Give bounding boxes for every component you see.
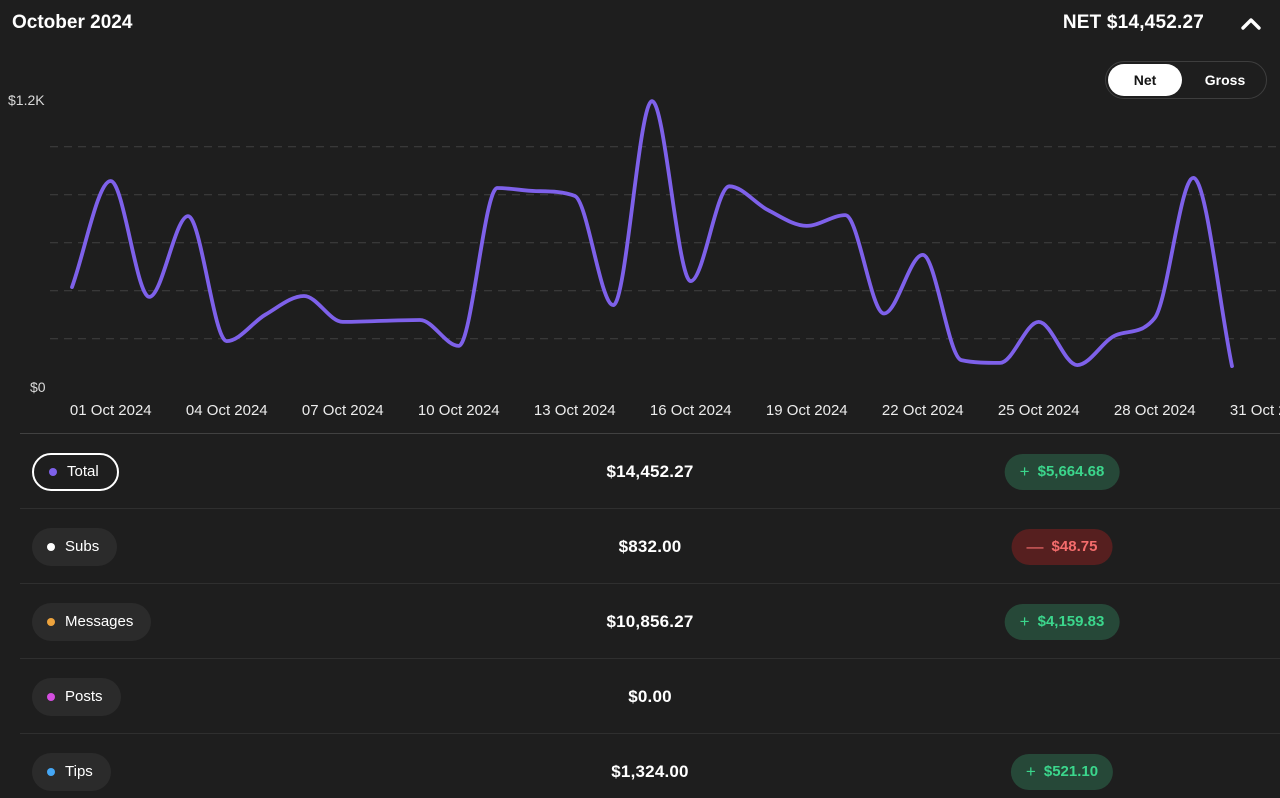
x-axis-tick-label: 07 Oct 2024 xyxy=(301,402,384,419)
row-tips: Tips $1,324.00 + $521.10 xyxy=(0,734,1280,798)
series-dot-total xyxy=(49,467,57,476)
row-amount: $832.00 xyxy=(618,536,682,556)
series-label: Subs xyxy=(65,538,100,555)
row-amount: $10,856.27 xyxy=(606,611,694,631)
series-dot-messages xyxy=(47,617,55,626)
series-pill-subs[interactable]: Subs xyxy=(32,527,118,566)
x-axis-tick-label: 25 Oct 2024 xyxy=(997,402,1080,419)
series-label: Total xyxy=(67,463,99,480)
series-label: Tips xyxy=(65,763,93,780)
row-change-badge: + $521.10 xyxy=(1010,753,1114,790)
x-axis-tick-label: 31 Oct 2024 xyxy=(1229,402,1280,419)
series-label: Posts xyxy=(65,688,103,705)
series-dot-tips xyxy=(47,767,55,776)
row-posts: Posts $0.00 xyxy=(0,659,1280,734)
x-axis-tick-label: 16 Oct 2024 xyxy=(649,402,732,419)
x-axis-tick-label: 28 Oct 2024 xyxy=(1113,402,1196,419)
earnings-breakdown-list: Total $14,452.27 + $5,664.68 Subs $832.0… xyxy=(0,434,1280,798)
series-label: Messages xyxy=(65,613,134,630)
x-axis-tick-label: 22 Oct 2024 xyxy=(881,402,964,419)
change-amount: $5,664.68 xyxy=(1037,463,1105,480)
row-amount: $0.00 xyxy=(628,686,672,706)
earnings-statement-panel: October 2024 NET $14,452.27 Net Gross $1… xyxy=(0,0,1280,798)
x-axis-tick-label: 01 Oct 2024 xyxy=(69,402,152,419)
series-dot-posts xyxy=(47,692,55,701)
series-pill-messages[interactable]: Messages xyxy=(32,602,152,641)
row-total: Total $14,452.27 + $5,664.68 xyxy=(0,434,1280,509)
x-axis-tick-label: 10 Oct 2024 xyxy=(417,402,500,419)
row-messages: Messages $10,856.27 + $4,159.83 xyxy=(0,584,1280,659)
x-axis-tick-label: 19 Oct 2024 xyxy=(765,402,848,419)
row-change-badge: + $4,159.83 xyxy=(1004,603,1120,640)
earnings-line-chart: $1.2K $0 01 Oct 2024 04 Oct 2024 07 Oct 20… xyxy=(0,0,1280,433)
series-pill-total[interactable]: Total xyxy=(32,452,119,491)
series-dot-subs xyxy=(47,542,55,551)
x-axis-tick-label: 13 Oct 2024 xyxy=(533,402,616,419)
series-pill-tips[interactable]: Tips xyxy=(32,752,111,791)
row-amount: $14,452.27 xyxy=(606,461,694,481)
change-amount: $521.10 xyxy=(1043,763,1099,780)
change-sign-icon: + xyxy=(1019,462,1030,481)
row-amount: $1,324.00 xyxy=(611,761,689,781)
change-sign-icon: + xyxy=(1019,612,1030,631)
y-axis-max-label: $1.2K xyxy=(8,92,45,108)
change-amount: $48.75 xyxy=(1051,538,1098,555)
x-axis-tick-label: 04 Oct 2024 xyxy=(185,402,268,419)
row-subs: Subs $832.00 — $48.75 xyxy=(0,509,1280,584)
series-pill-posts[interactable]: Posts xyxy=(32,677,121,716)
change-sign-icon: — xyxy=(1026,537,1044,556)
line-chart-canvas[interactable] xyxy=(0,0,1280,433)
change-sign-icon: + xyxy=(1025,762,1036,781)
y-axis-min-label: $0 xyxy=(30,379,46,395)
row-change-badge: — $48.75 xyxy=(1011,528,1113,565)
change-amount: $4,159.83 xyxy=(1037,613,1105,630)
row-change-badge: + $5,664.68 xyxy=(1004,453,1120,490)
